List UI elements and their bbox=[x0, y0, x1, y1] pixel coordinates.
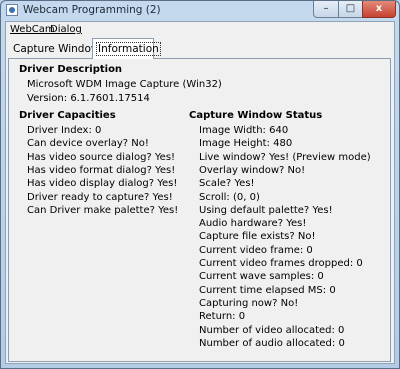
maximize-button[interactable]: □ bbox=[338, 1, 363, 18]
capture-status-item: Current video frames dropped: 0 bbox=[199, 258, 363, 269]
capture-status-item: Number of audio allocated: 0 bbox=[199, 337, 345, 349]
capture-status-item: Image Width: 640 bbox=[199, 125, 289, 136]
capture-status-item: Live window? Yes! (Preview mode) bbox=[199, 151, 371, 163]
driver-name: Microsoft WDM Image Capture (Win32) bbox=[27, 79, 222, 90]
capture-status-item: Scale? Yes! bbox=[199, 178, 255, 190]
capture-status-item: Overlay window? No! bbox=[199, 164, 306, 176]
capture-status-item: Current wave samples: 0 bbox=[199, 271, 324, 283]
close-button[interactable]: x bbox=[362, 1, 396, 18]
capture-status-item: Return: 0 bbox=[199, 311, 246, 323]
capture-status-item: Number of video allocated: 0 bbox=[199, 324, 345, 336]
capture-status-item: Current video frame: 0 bbox=[199, 244, 313, 256]
driver-capacity-item: Can device overlay? No! bbox=[27, 138, 149, 150]
driver-capacity-item: Has video display dialog? Yes! bbox=[27, 178, 178, 190]
webcam-app-icon bbox=[6, 4, 18, 16]
tab-information-label: Information bbox=[96, 42, 161, 56]
title-bar[interactable]: Webcam Programming (2) – □ x bbox=[1, 1, 399, 21]
menu-dialog[interactable]: Dialog bbox=[50, 24, 82, 35]
driver-version: Version: 6.1.7601.17514 bbox=[27, 93, 150, 104]
capture-status-item: Image Height: 480 bbox=[199, 138, 293, 150]
tab-strip: Capture Window Information bbox=[6, 38, 394, 60]
capture-status-item: Scroll: (0, 0) bbox=[199, 191, 260, 203]
app-window: Webcam Programming (2) – □ x WebCam Dial… bbox=[0, 0, 400, 369]
driver-capacity-item: Driver ready to capture? Yes! bbox=[27, 191, 173, 203]
window-title: Webcam Programming (2) bbox=[23, 4, 161, 16]
capture-status-item: Audio hardware? Yes! bbox=[199, 218, 307, 230]
tab-information[interactable]: Information bbox=[92, 38, 161, 59]
capture-status-item: Capture file exists? No! bbox=[199, 231, 316, 243]
menu-webcam[interactable]: WebCam bbox=[10, 24, 55, 35]
information-panel: Driver Description Microsoft WDM Image C… bbox=[8, 58, 391, 362]
driver-capacity-item: Has video format dialog? Yes! bbox=[27, 164, 176, 176]
capture-status-item: Current time elapsed MS: 0 bbox=[199, 284, 336, 296]
capture-status-item: Capturing now? No! bbox=[199, 297, 299, 309]
driver-capacity-item: Driver Index: 0 bbox=[27, 125, 102, 136]
driver-description-heading: Driver Description bbox=[19, 64, 123, 75]
driver-capacities-heading: Driver Capacities bbox=[19, 110, 116, 121]
capture-status-item: Using default palette? Yes! bbox=[199, 204, 333, 216]
tab-capture-window[interactable]: Capture Window bbox=[10, 41, 100, 58]
capture-window-status-heading: Capture Window Status bbox=[189, 110, 323, 121]
client-area: WebCam Dialog Capture Window Information… bbox=[5, 21, 395, 364]
driver-capacity-item: Has video source dialog? Yes! bbox=[27, 151, 176, 163]
minimize-button[interactable]: – bbox=[313, 1, 339, 18]
driver-capacity-item: Can Driver make palette? Yes! bbox=[27, 204, 179, 216]
